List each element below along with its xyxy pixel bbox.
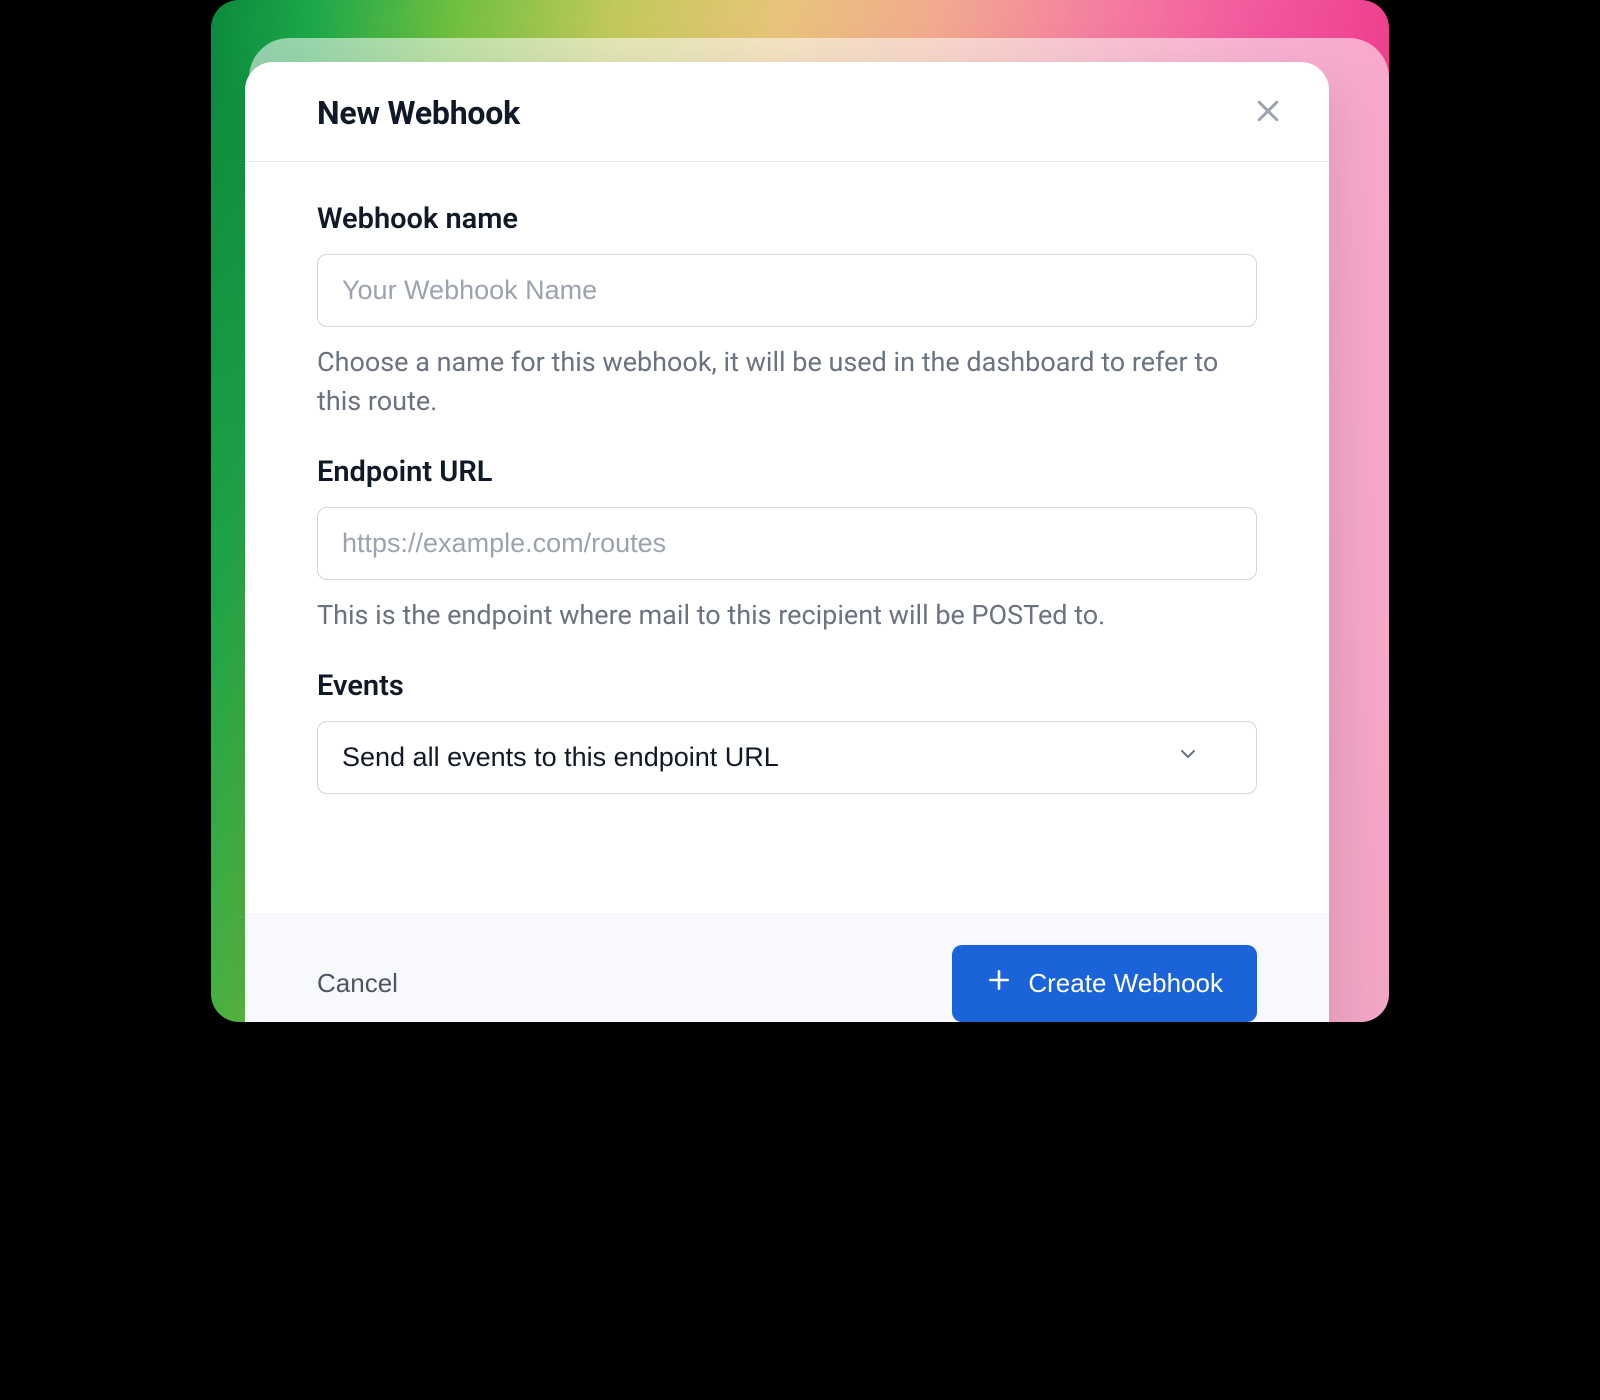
create-webhook-button-label: Create Webhook — [1028, 968, 1223, 999]
endpoint-url-field: Endpoint URL This is the endpoint where … — [317, 455, 1257, 635]
create-webhook-button[interactable]: Create Webhook — [952, 945, 1257, 1022]
modal-title: New Webhook — [317, 94, 520, 132]
plus-icon — [986, 967, 1012, 1000]
endpoint-url-input[interactable] — [317, 507, 1257, 580]
webhook-name-help: Choose a name for this webhook, it will … — [317, 343, 1257, 421]
events-selected-value: Send all events to this endpoint URL — [342, 742, 779, 773]
events-label: Events — [317, 669, 1257, 703]
close-icon — [1253, 96, 1283, 129]
events-select[interactable]: Send all events to this endpoint URL — [317, 721, 1257, 794]
modal-body: Webhook name Choose a name for this webh… — [245, 162, 1329, 914]
close-button[interactable] — [1247, 90, 1289, 135]
webhook-name-label: Webhook name — [317, 202, 1257, 236]
endpoint-url-label: Endpoint URL — [317, 455, 1257, 489]
new-webhook-modal: New Webhook Webhook name Choose a name f… — [245, 62, 1329, 1022]
app-background: New Webhook Webhook name Choose a name f… — [211, 0, 1389, 1022]
cancel-button-label: Cancel — [317, 968, 398, 998]
endpoint-url-help: This is the endpoint where mail to this … — [317, 596, 1257, 635]
modal-header: New Webhook — [245, 62, 1329, 162]
webhook-name-input[interactable] — [317, 254, 1257, 327]
webhook-name-field: Webhook name Choose a name for this webh… — [317, 202, 1257, 421]
chevron-down-icon — [1176, 742, 1200, 773]
cancel-button[interactable]: Cancel — [317, 954, 398, 1013]
modal-footer: Cancel Create Webhook — [245, 914, 1329, 1022]
events-field: Events Send all events to this endpoint … — [317, 669, 1257, 794]
